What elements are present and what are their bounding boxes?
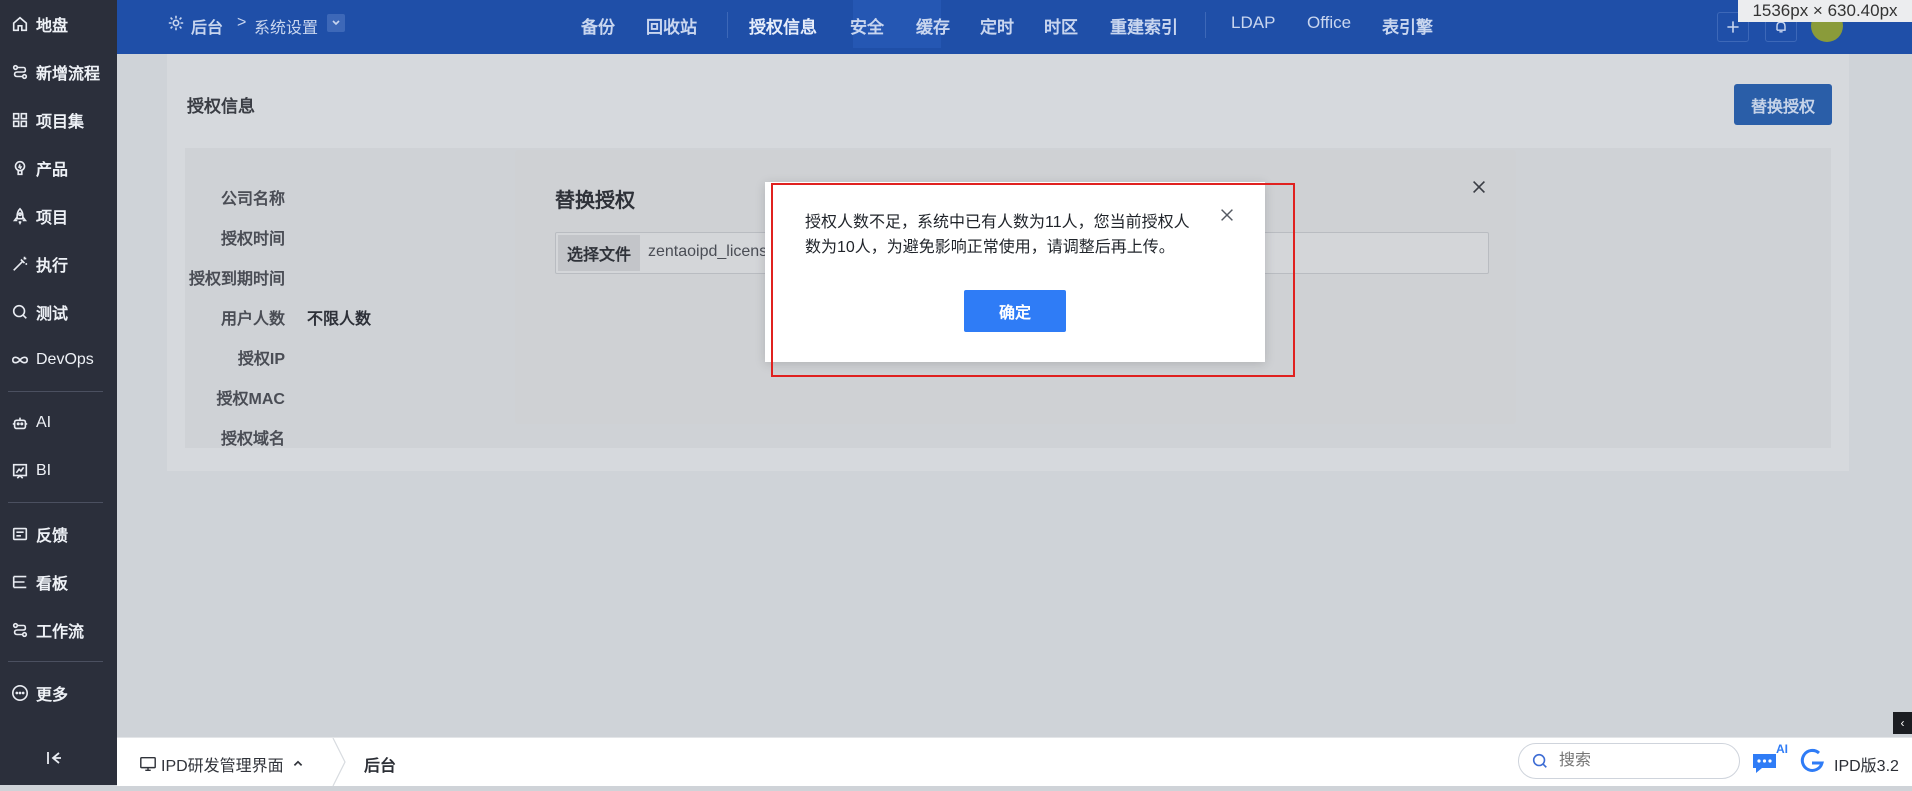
sidebar-item-more[interactable]: 更多 [10,681,68,705]
sidebar-item-project[interactable]: 项目 [10,204,68,228]
collapse-sidebar-icon[interactable] [44,748,66,770]
replace-license-button[interactable]: 替换授权 [1734,84,1832,125]
chevron-down-icon[interactable] [327,14,345,32]
sidebar-item-program[interactable]: 项目集 [10,108,84,132]
sidebar-item-label: 项目 [36,210,69,227]
sidebar-divider [8,502,103,503]
workflow-icon [10,620,30,640]
wand-icon [10,254,30,274]
field-label-expire-time: 授权到期时间 [188,271,285,288]
sidebar-item-dashboard[interactable]: 地盘 [10,12,68,36]
nav-ldap[interactable]: LDAP [1231,13,1275,33]
lightbulb-icon [10,158,30,178]
nav-divider [727,12,728,38]
nav-backup[interactable]: 备份 [581,13,615,38]
infinity-icon [10,350,30,370]
kanban-icon [10,572,30,592]
chevron-up-icon [292,757,306,771]
sidebar-item-label: 工作流 [36,624,85,641]
sidebar-item-label: 项目集 [36,114,85,131]
modal-title: 替换授权 [555,190,635,212]
sidebar-item-devops[interactable]: DevOps [10,348,94,372]
sidebar-item-execution[interactable]: 执行 [10,252,68,276]
sidebar-item-kanban[interactable]: 看板 [10,570,68,594]
ai-badge: AI [1776,742,1788,756]
field-label-mac: 授权MAC [216,391,285,408]
field-label-user-count: 用户人数 [220,311,285,328]
chart-icon [10,461,30,481]
breadcrumb-separator: > [237,14,247,31]
field-label-company: 公司名称 [220,191,285,208]
sidebar-item-test[interactable]: 测试 [10,300,68,324]
search-box[interactable] [1518,743,1740,779]
sidebar-item-label: 新增流程 [36,66,101,83]
sidebar-item-label: 看板 [36,576,69,593]
app-switcher-label: IPD研发管理界面 [161,758,284,775]
sidebar-item-feedback[interactable]: 反馈 [10,522,68,546]
close-icon[interactable] [1470,178,1492,200]
nav-cache[interactable]: 缓存 [916,13,950,38]
monitor-icon [139,755,157,773]
sidebar-item-new-flow[interactable]: 新增流程 [10,60,100,84]
search-icon [1531,752,1549,770]
nav-timezone[interactable]: 时区 [1044,13,1078,38]
bottom-breadcrumb[interactable]: 后台 [364,752,396,776]
sidebar-item-workflow[interactable]: 工作流 [10,618,84,642]
field-label-domain: 授权域名 [220,431,285,448]
page-title: 授权信息 [187,97,255,116]
nav-security[interactable]: 安全 [850,13,884,38]
nav-office[interactable]: Office [1307,13,1351,33]
sidebar-item-label: 地盘 [36,18,69,35]
nav-recycle-bin[interactable]: 回收站 [646,13,697,38]
sidebar-item-product[interactable]: 产品 [10,156,68,180]
nav-license-info[interactable]: 授权信息 [749,13,817,38]
sidebar-item-bi[interactable]: BI [10,459,51,483]
chevron-left-icon[interactable]: ‹ [1893,712,1912,734]
nav-table-engine[interactable]: 表引擎 [1382,13,1433,38]
breadcrumb-chevron-icon [329,737,349,787]
sidebar: 地盘 新增流程 项目集 产品 项目 执行 测试 DevOps AI BI 反馈 [0,0,117,785]
sidebar-item-label: AI [36,414,52,431]
breadcrumb-root[interactable]: 后台 [191,14,223,38]
nav-divider [1205,12,1206,38]
nav-cron[interactable]: 定时 [980,13,1014,38]
bottom-bar: IPD研发管理界面 后台 AI IPD版3.2 [117,737,1912,787]
breadcrumb-current[interactable]: 系统设置 [254,14,318,38]
feedback-icon [10,524,30,544]
sidebar-item-label: 执行 [36,258,69,275]
choose-file-button[interactable]: 选择文件 [558,235,640,271]
home-icon [10,14,30,34]
sidebar-divider [8,661,103,662]
sidebar-item-label: DevOps [36,351,94,368]
app-switcher[interactable]: IPD研发管理界面 [139,752,306,776]
size-tag: 1536px × 630.40px [1738,0,1912,22]
file-name: zentaoipd_licens [648,243,768,260]
sidebar-item-ai[interactable]: AI [10,411,51,435]
sidebar-item-label: BI [36,462,52,479]
grid-icon [10,110,30,130]
version-label: IPD版3.2 [1834,758,1899,775]
highlight-box [771,183,1295,377]
ai-chat-icon[interactable]: AI [1750,742,1788,776]
robot-icon [10,413,30,433]
nav-rebuild-index[interactable]: 重建索引 [1110,13,1178,38]
top-navbar: 后台 > 系统设置 备份 回收站 授权信息 安全 缓存 定时 时区 重建索引 L… [117,0,1912,54]
field-label-license-time: 授权时间 [220,231,285,248]
zentao-logo-icon [1797,746,1827,776]
search-icon [10,302,30,322]
sidebar-divider [8,391,103,392]
flow-icon [10,62,30,82]
more-icon [10,683,30,703]
rocket-icon [10,206,30,226]
field-label-ip: 授权IP [237,351,285,368]
sidebar-item-label: 产品 [36,162,69,179]
gear-icon [167,14,185,32]
field-value-user-count: 不限人数 [307,311,372,328]
sidebar-item-label: 更多 [36,687,69,704]
sidebar-item-label: 测试 [36,306,69,323]
sidebar-item-label: 反馈 [36,528,69,545]
search-input[interactable] [1557,751,1721,771]
